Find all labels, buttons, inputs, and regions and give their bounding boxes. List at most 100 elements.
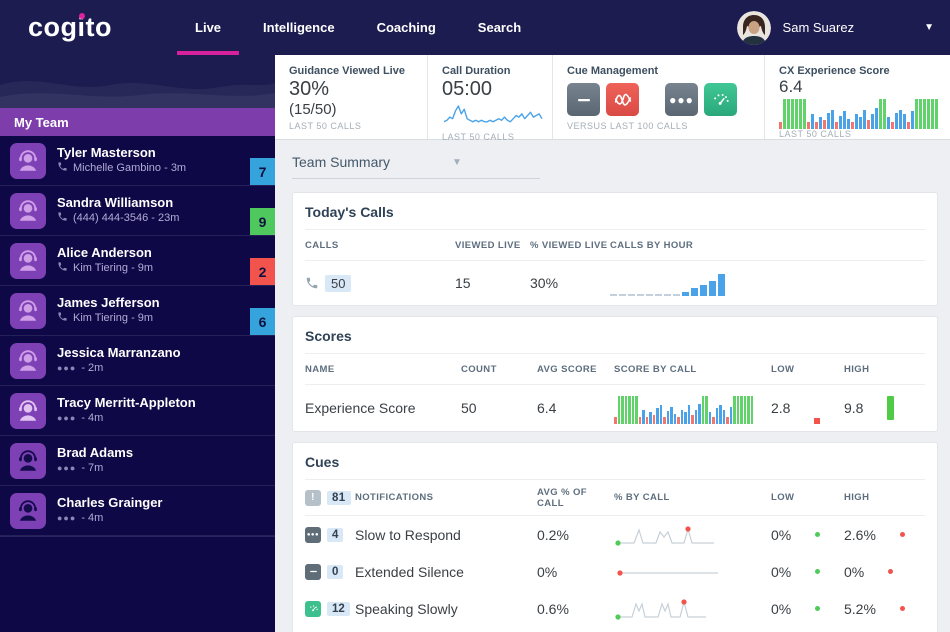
score-high-cell: 9.8 [844, 396, 925, 420]
user-menu[interactable]: Sam Suarez ▼ [736, 10, 934, 45]
alert-count-badge: 6 [250, 308, 275, 335]
todays-calls-row[interactable]: 50 15 30% [305, 261, 925, 305]
alert-count-badge: 2 [250, 258, 275, 285]
cue-rows: ●●● 4 Slow to Respond 0.2% 0% 2.6% 0 Ext… [305, 516, 925, 632]
notifications-total-cell: ! 81 [305, 489, 355, 506]
cogito-logo[interactable]: cogito [28, 12, 112, 43]
dots-icon: ●●● [305, 526, 321, 543]
high-marker [887, 396, 895, 420]
high-value: 9.8 [844, 400, 864, 416]
agent-name: James Jefferson [57, 294, 160, 310]
cue-count-cell: ●●● 4 [305, 526, 355, 543]
cue-count-cell: 12 [305, 600, 355, 617]
app-root: cogito Live Intelligence Coaching Search… [0, 0, 950, 632]
kpi-guidance-viewed-live[interactable]: Guidance Viewed Live 30% (15/50) LAST 50… [275, 55, 428, 139]
cue-count-cell: 0 [305, 563, 355, 580]
team-member-row[interactable]: Jessica Marranzano ●●● - 2m [0, 336, 275, 386]
agent-call-status: Kim Tiering - 9m [57, 311, 160, 327]
wave-icon[interactable] [606, 83, 639, 116]
cue-row[interactable]: 61 Empathy Cue 4.1% 0% 15% [305, 627, 925, 632]
scores-panel: Scores NAME COUNT AVG SCORE SCORE BY CAL… [292, 316, 938, 432]
cue-count: 0 [327, 564, 344, 579]
cue-row[interactable]: ●●● 4 Slow to Respond 0.2% 0% 2.6% [305, 516, 925, 553]
cue-low-cell: 0% [771, 527, 844, 543]
tab-intelligence[interactable]: Intelligence [261, 0, 337, 55]
agent-name: Tracy Merritt-Appleton [57, 395, 196, 410]
status-text: Kim Tiering - 9m [73, 262, 154, 274]
low-dot [815, 606, 821, 611]
agent-call-status: ●●● - 7m [57, 461, 133, 476]
team-member-row[interactable]: Tracy Merritt-Appleton ●●● - 4m [0, 386, 275, 436]
agent-headset-avatar [10, 492, 46, 529]
team-member-row[interactable]: Brad Adams ●●● - 7m [0, 436, 275, 486]
idle-dots-icon: ●●● [57, 363, 77, 373]
calls-by-hour-chart [610, 273, 925, 296]
kpi-cue-management[interactable]: Cue Management ●●● VERSUS LAST 100 CALLS [553, 55, 765, 139]
col-calls-by-hour: CALLS BY HOUR [610, 239, 694, 251]
top-nav: cogito Live Intelligence Coaching Search… [0, 0, 950, 55]
col-calls: CALLS [305, 239, 339, 251]
high-value: 5.2% [844, 600, 876, 617]
team-member-row[interactable]: Sandra Williamson (444) 444-3546 - 23m 9 [0, 186, 275, 236]
kpi-call-duration[interactable]: Call Duration 05:00 LAST 50 CALLS [428, 55, 553, 142]
dots-icon[interactable]: ●●● [665, 83, 698, 116]
status-text: (444) 444-3546 - 23m [73, 212, 180, 224]
team-member-row[interactable]: James Jefferson Kim Tiering - 9m 6 [0, 286, 275, 336]
chevron-down-icon[interactable]: ▼ [924, 22, 934, 33]
todays-calls-header: CALLS VIEWED LIVE % VIEWED LIVE CALLS BY… [305, 230, 925, 261]
phone-icon [57, 211, 68, 227]
high-dot [899, 606, 905, 611]
status-text: - 4m [81, 412, 104, 424]
kpi-footer: VERSUS LAST 100 CALLS [567, 121, 688, 131]
minus-icon [305, 563, 321, 580]
logo-i-dot: i [77, 12, 86, 42]
nav-tabs: Live Intelligence Coaching Search [174, 0, 542, 55]
main-area: Guidance Viewed Live 30% (15/50) LAST 50… [275, 55, 950, 632]
team-member-row[interactable]: Tyler Masterson Michelle Gambino - 3m 7 [0, 136, 275, 186]
cue-name: Extended Silence [355, 563, 464, 580]
cue-row[interactable]: 12 Speaking Slowly 0.6% 0% 5.2% [305, 590, 925, 627]
minus-icon[interactable] [567, 83, 600, 116]
tab-search[interactable]: Search [476, 0, 523, 55]
kpi-value: 6.4 [779, 77, 803, 96]
alert-icon: ! [305, 489, 321, 506]
kpi-title: Call Duration [442, 65, 511, 77]
scores-row[interactable]: Experience Score 50 6.4 2.8 9.8 [305, 385, 925, 431]
chevron-down-icon: ▼ [452, 156, 462, 168]
agent-headset-avatar [10, 342, 46, 379]
team-summary-selector[interactable]: Team Summary ▼ [292, 154, 540, 179]
team-member-row[interactable]: Alice Anderson Kim Tiering - 9m 2 [0, 236, 275, 286]
scores-header: NAME COUNT AVG SCORE SCORE BY CALL LOW H… [305, 354, 925, 385]
selector-label: Team Summary [292, 154, 391, 170]
agent-headset-avatar [10, 442, 46, 479]
tab-live[interactable]: Live [193, 0, 223, 55]
tab-coaching[interactable]: Coaching [375, 0, 438, 55]
low-value: 0% [771, 600, 792, 617]
team-member-row[interactable]: Charles Grainger ●●● - 4m [0, 486, 275, 536]
kpi-cx-experience-score[interactable]: CX Experience Score 6.4 LAST 50 CALLS [765, 55, 950, 139]
gauge-icon[interactable] [704, 83, 737, 116]
user-name: Sam Suarez [782, 20, 855, 35]
cue-row[interactable]: 0 Extended Silence 0% 0% 0% [305, 553, 925, 590]
cue-high-cell: 2.6% [844, 527, 925, 543]
agent-call-status: (444) 444-3546 - 23m [57, 211, 179, 227]
col-notifications: NOTIFICATIONS [355, 492, 434, 503]
agent-call-status: ●●● - 2m [57, 361, 181, 376]
cue-count: 12 [327, 601, 350, 616]
kpi-title: Cue Management [567, 65, 659, 77]
cue-sparkline [614, 523, 771, 547]
status-text: - 7m [81, 462, 104, 474]
kpi-title: Guidance Viewed Live [289, 65, 405, 77]
phone-icon [57, 161, 68, 177]
col-viewed-live: VIEWED LIVE [455, 239, 521, 251]
kpi-value: 30% [289, 78, 330, 100]
col-low: LOW [771, 492, 795, 503]
wave-decoration [0, 55, 275, 108]
kpi-footer: LAST 50 CALLS [779, 129, 852, 139]
score-count: 50 [461, 400, 477, 416]
logo-text: cog [28, 12, 78, 42]
avatar-photo [736, 10, 771, 45]
cue-avg-pct: 0.6% [537, 600, 569, 617]
agent-call-status: ●●● - 4m [57, 511, 163, 526]
agent-name: Charles Grainger [57, 495, 163, 510]
